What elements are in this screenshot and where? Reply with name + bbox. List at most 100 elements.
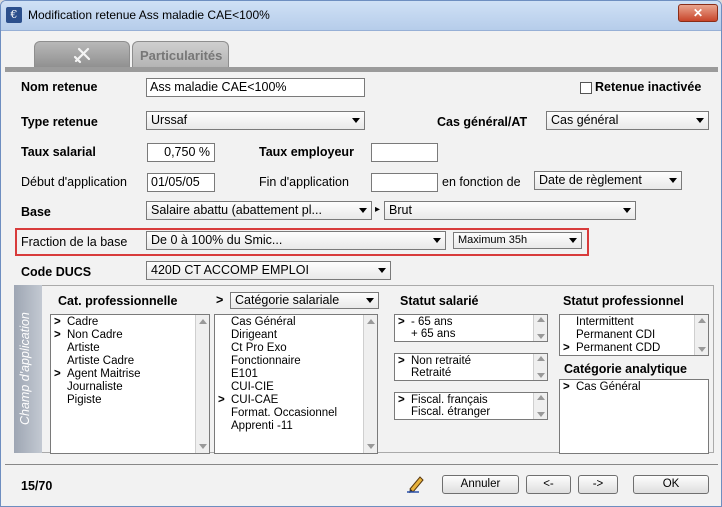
cas-general-value: Cas général (551, 113, 619, 127)
debut-application-input[interactable]: 01/05/05 (147, 173, 215, 192)
title-bar: € Modification retenue Ass maladie CAE<1… (1, 1, 721, 31)
scroll-up-icon (537, 356, 545, 361)
scroll-down-icon (367, 444, 375, 449)
previous-button[interactable]: <- (526, 475, 571, 494)
retraite-list[interactable]: > Non retraité Retraité (394, 353, 548, 381)
categorie-salariale-value: Catégorie salariale (235, 293, 340, 307)
next-button[interactable]: -> (578, 475, 618, 494)
base-separator-icon: ▸ (375, 204, 381, 215)
nom-retenue-input[interactable]: Ass maladie CAE<100% (146, 78, 365, 97)
categorie-item-label: E101 (231, 368, 258, 380)
categorie-salariale-select[interactable]: Catégorie salariale (230, 292, 379, 309)
fiscal-item-label: Fiscal. étranger (411, 406, 491, 418)
taux-salarial-input[interactable]: 0,750 % (147, 143, 215, 162)
cas-general-select[interactable]: Cas général (546, 111, 709, 130)
selection-marker: > (218, 394, 225, 406)
window-title: Modification retenue Ass maladie CAE<100… (28, 8, 270, 22)
statut-pro-item-label: Intermittent (576, 316, 634, 328)
pencil-icon[interactable] (405, 473, 427, 493)
fraction-base-select[interactable]: De 0 à 100% du Smic... (146, 231, 446, 250)
en-fonction-value: Date de règlement (539, 173, 642, 187)
base-select[interactable]: Salaire abattu (abattement pl... (146, 201, 372, 220)
base-value: Salaire abattu (abattement pl... (151, 203, 322, 217)
taux-employeur-input[interactable] (371, 143, 438, 162)
taux-employeur-label: Taux employeur (259, 145, 354, 159)
selection-marker: > (398, 355, 405, 367)
statut-pro-item-label: Permanent CDD (576, 342, 661, 354)
fiscal-list[interactable]: > Fiscal. français Fiscal. étranger (394, 392, 548, 420)
age-scrollbar[interactable] (533, 315, 547, 341)
cas-general-label: Cas général/AT (437, 115, 528, 129)
categorie-item-label: Dirigeant (231, 329, 278, 341)
categorie-list[interactable]: Cas Général Dirigeant Ct Pro Exo Fonctionna… (214, 314, 378, 454)
type-retenue-label: Type retenue (21, 115, 98, 129)
categorie-item-label: Cas Général (231, 316, 296, 328)
chevron-down-icon (569, 238, 577, 243)
categorie-item-label: CUI-CIE (231, 381, 274, 393)
scroll-down-icon (199, 444, 207, 449)
ok-button[interactable]: OK (633, 475, 709, 494)
selection-marker: > (54, 316, 61, 328)
chevron-down-icon (366, 298, 374, 303)
en-fonction-label: en fonction de (442, 175, 521, 189)
app-icon: € (6, 7, 22, 23)
annuler-button[interactable]: Annuler (442, 475, 519, 494)
cat-pro-item-label: Non Cadre (67, 329, 123, 341)
chevron-down-icon (669, 178, 677, 183)
base-type-select[interactable]: Brut (384, 201, 636, 220)
statut-pro-item-label: Permanent CDI (576, 329, 656, 341)
tab-strip (5, 67, 718, 72)
code-ducs-select[interactable]: 420D CT ACCOMP EMPLOI (146, 261, 391, 280)
retenue-inactivee-checkbox[interactable] (580, 82, 592, 94)
chevron-down-icon (378, 268, 386, 273)
fiscal-scrollbar[interactable] (533, 393, 547, 419)
categorie-item-label: CUI-CAE (231, 394, 279, 406)
cat-pro-scrollbar[interactable] (195, 315, 209, 453)
selection-marker: > (398, 316, 405, 328)
cat-pro-list[interactable]: > Cadre > Non Cadre Artiste Artiste Cadre > Age… (50, 314, 210, 454)
statut-pro-scrollbar[interactable] (694, 315, 708, 355)
chevron-down-icon (352, 118, 360, 123)
scroll-up-icon (537, 395, 545, 400)
scroll-up-icon (537, 317, 545, 322)
type-retenue-select[interactable]: Urssaf (146, 111, 365, 130)
chevron-down-icon (696, 118, 704, 123)
tab-particularites[interactable]: Particularités (132, 41, 229, 68)
scroll-down-icon (537, 412, 545, 417)
statut-salarie-header: Statut salarié (400, 294, 479, 308)
fraction-max-select[interactable]: Maximum 35h (453, 232, 582, 249)
categorie-item-label: Ct Pro Exo (231, 342, 287, 354)
tab-particularites-label: Particularités (140, 48, 223, 63)
close-button[interactable]: ✕ (678, 4, 718, 22)
page-counter: 15/70 (21, 479, 53, 493)
fin-application-input[interactable] (371, 173, 438, 192)
retraite-item-label: Retraité (411, 367, 452, 379)
code-ducs-label: Code DUCS (21, 265, 92, 279)
age-list[interactable]: > - 65 ans + 65 ans (394, 314, 548, 342)
categorie-sal-prefix: > (216, 293, 224, 307)
champ-application-label: Champ d'application (18, 312, 32, 425)
selection-marker: > (54, 368, 61, 380)
fraction-max-value: Maximum 35h (458, 234, 528, 246)
analytique-list[interactable]: > Cas Général (559, 379, 709, 454)
fraction-base-value: De 0 à 100% du Smic... (151, 233, 283, 247)
fraction-base-label: Fraction de la base (21, 235, 128, 249)
taux-salarial-label: Taux salarial (21, 145, 96, 159)
retraite-scrollbar[interactable] (533, 354, 547, 380)
en-fonction-select[interactable]: Date de règlement (534, 171, 682, 190)
scroll-up-icon (367, 319, 375, 324)
debut-application-label: Début d'application (21, 175, 127, 189)
statut-pro-list[interactable]: Intermittent Permanent CDI > Permanent CDD (559, 314, 709, 356)
base-label: Base (21, 205, 51, 219)
categorie-item-label: Format. Occasionnel (231, 407, 338, 419)
categorie-scrollbar[interactable] (363, 315, 377, 453)
champ-application-sidebar: Champ d'application (14, 285, 42, 453)
tab-general[interactable] (34, 41, 130, 68)
chevron-down-icon (623, 208, 631, 213)
cat-pro-item-label: Journaliste (67, 381, 123, 393)
scroll-up-icon (199, 319, 207, 324)
chevron-down-icon (433, 238, 441, 243)
selection-marker: > (563, 342, 570, 354)
statut-pro-header: Statut professionnel (563, 294, 684, 308)
cat-pro-item-label: Artiste Cadre (67, 355, 135, 367)
